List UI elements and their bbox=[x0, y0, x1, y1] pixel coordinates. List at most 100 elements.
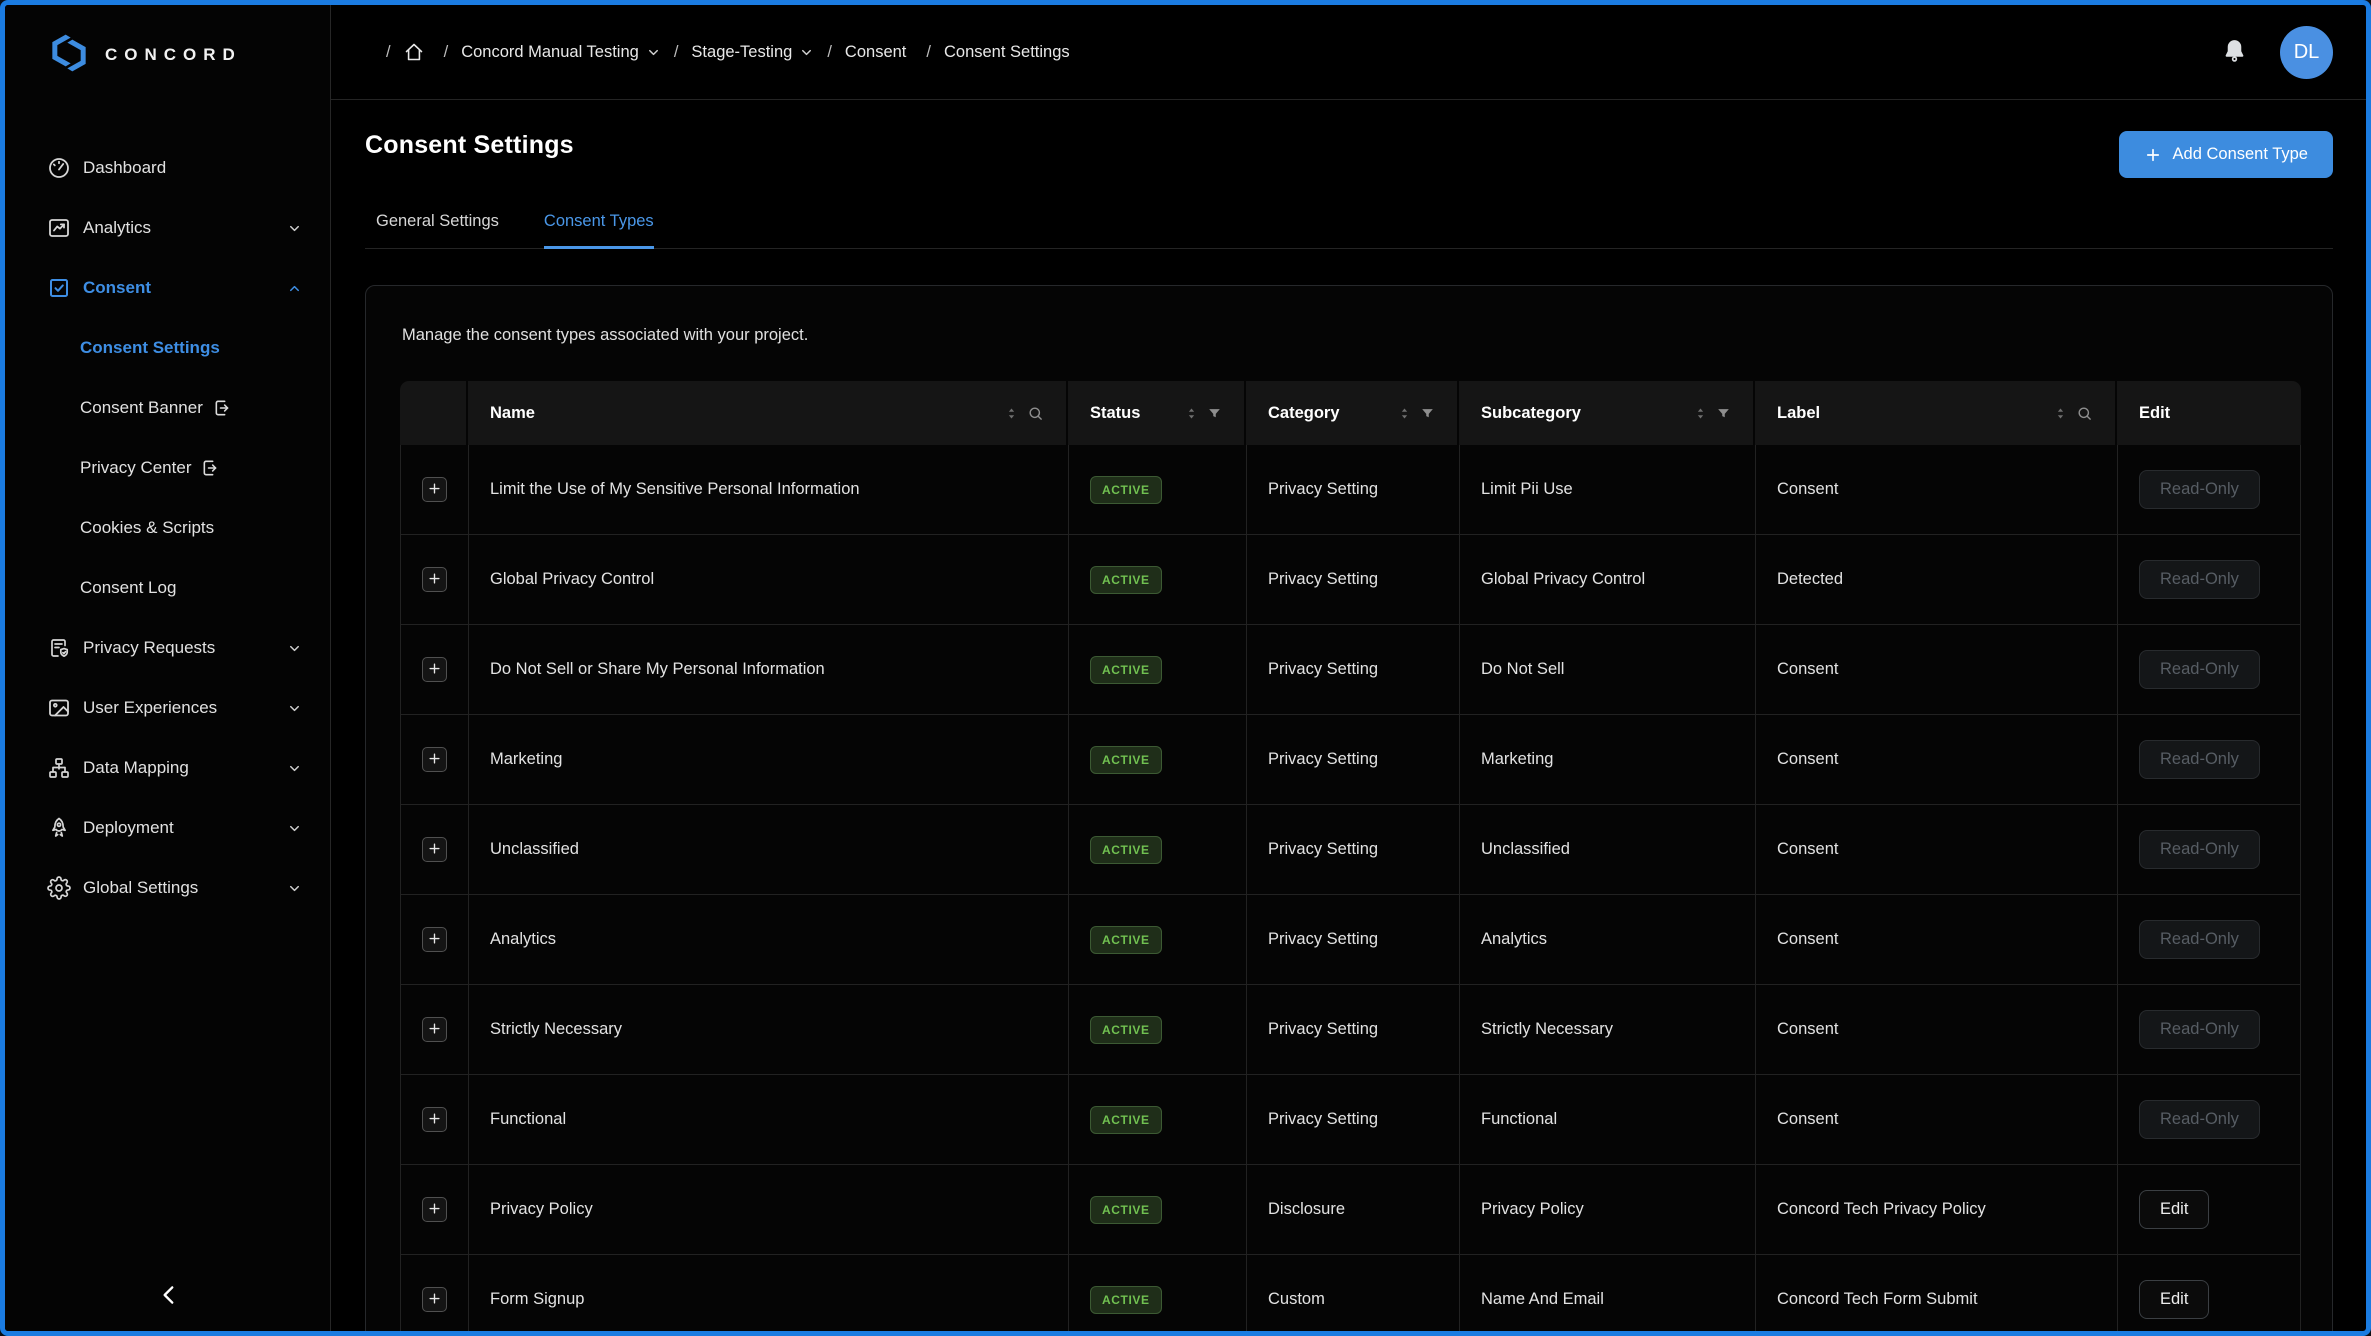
expand-row-button[interactable] bbox=[422, 1107, 447, 1132]
column-header[interactable]: Subcategory bbox=[1459, 381, 1755, 445]
expand-row-button[interactable] bbox=[422, 837, 447, 862]
row-action-button[interactable]: Read-Only bbox=[2139, 560, 2260, 599]
topbar: / / Concord Manual Testing / Stage-Testi… bbox=[331, 5, 2366, 100]
breadcrumb-label: Concord Manual Testing bbox=[461, 42, 639, 61]
row-action-button[interactable]: Read-Only bbox=[2139, 1100, 2260, 1139]
breadcrumb-item[interactable]: / Stage-Testing bbox=[661, 43, 815, 62]
sidebar-item[interactable]: Consent bbox=[5, 258, 330, 318]
row-action-button[interactable]: Edit bbox=[2139, 1190, 2210, 1229]
column-header[interactable]: Edit bbox=[2117, 381, 2301, 445]
chart-icon bbox=[47, 216, 71, 240]
table-row: Unclassified ACTIVE Privacy Setting Uncl… bbox=[401, 805, 2300, 895]
breadcrumb-item[interactable]: / bbox=[373, 42, 431, 62]
sidebar-item[interactable]: Privacy Center bbox=[5, 438, 330, 498]
search-icon[interactable] bbox=[1027, 405, 1044, 422]
sidebar-item-label: User Experiences bbox=[83, 698, 218, 717]
expand-row-button[interactable] bbox=[422, 477, 447, 502]
sort-icon[interactable] bbox=[1397, 406, 1412, 421]
column-header[interactable]: Label bbox=[1755, 381, 2117, 445]
cell-name: Limit the Use of My Sensitive Personal I… bbox=[469, 445, 1069, 534]
expand-row-button[interactable] bbox=[422, 927, 447, 952]
sort-icon[interactable] bbox=[1184, 406, 1199, 421]
expand-row-button[interactable] bbox=[422, 747, 447, 772]
cell-subcategory: Name And Email bbox=[1460, 1255, 1756, 1331]
sidebar-item[interactable]: Consent Log bbox=[5, 558, 330, 618]
home-icon bbox=[404, 42, 424, 62]
sidebar-item[interactable]: User Experiences bbox=[5, 678, 330, 738]
table-body: Limit the Use of My Sensitive Personal I… bbox=[400, 445, 2301, 1331]
sidebar-item[interactable]: Cookies & Scripts bbox=[5, 498, 330, 558]
cell-name: Unclassified bbox=[469, 805, 1069, 894]
row-action-button[interactable]: Read-Only bbox=[2139, 920, 2260, 959]
expand-row-button[interactable] bbox=[422, 1287, 447, 1312]
tab-bar: General Settings Consent Types bbox=[365, 212, 2333, 249]
search-icon[interactable] bbox=[2076, 405, 2093, 422]
table-row: Analytics ACTIVE Privacy Setting Analyti… bbox=[401, 895, 2300, 985]
cell-status: ACTIVE bbox=[1069, 805, 1247, 894]
row-action-button[interactable]: Read-Only bbox=[2139, 470, 2260, 509]
sidebar-item[interactable]: Privacy Requests bbox=[5, 618, 330, 678]
breadcrumb-item[interactable]: / Consent Settings bbox=[913, 43, 1076, 62]
breadcrumb-label: Consent Settings bbox=[943, 42, 1070, 61]
sort-icon[interactable] bbox=[2053, 406, 2068, 421]
sidebar-item[interactable]: Data Mapping bbox=[5, 738, 330, 798]
row-action-button[interactable]: Read-Only bbox=[2139, 1010, 2260, 1049]
notifications-button[interactable] bbox=[2222, 38, 2247, 66]
row-action-button[interactable]: Read-Only bbox=[2139, 650, 2260, 689]
cell-subcategory: Analytics bbox=[1460, 895, 1756, 984]
sidebar-item[interactable]: Consent Banner bbox=[5, 378, 330, 438]
sidebar-item-label: Deployment bbox=[83, 818, 174, 837]
sidebar-item[interactable]: Analytics bbox=[5, 198, 330, 258]
filter-icon[interactable] bbox=[1207, 406, 1222, 421]
tab[interactable]: General Settings bbox=[376, 212, 499, 249]
chevron-down-icon bbox=[287, 701, 302, 716]
sort-icon[interactable] bbox=[1693, 406, 1708, 421]
column-header[interactable]: Name bbox=[468, 381, 1068, 445]
sidebar-collapse-button[interactable] bbox=[152, 1279, 186, 1313]
sidebar-item[interactable]: Dashboard bbox=[5, 138, 330, 198]
sidebar-item[interactable]: Consent Settings bbox=[5, 318, 330, 378]
cell-name: Global Privacy Control bbox=[469, 535, 1069, 624]
avatar[interactable]: DL bbox=[2280, 25, 2333, 79]
cell-label: Consent bbox=[1756, 985, 2118, 1074]
cell-category: Privacy Setting bbox=[1247, 1075, 1460, 1164]
gauge-icon bbox=[47, 156, 71, 180]
row-action-button[interactable]: Read-Only bbox=[2139, 740, 2260, 779]
column-header[interactable] bbox=[400, 381, 468, 445]
row-action-button[interactable]: Read-Only bbox=[2139, 830, 2260, 869]
cell-category: Privacy Setting bbox=[1247, 715, 1460, 804]
column-header[interactable]: Status bbox=[1068, 381, 1246, 445]
cell-label: Consent bbox=[1756, 1075, 2118, 1164]
status-badge: ACTIVE bbox=[1090, 1285, 1162, 1314]
add-consent-type-button[interactable]: Add Consent Type bbox=[2118, 131, 2333, 178]
status-badge: ACTIVE bbox=[1090, 475, 1162, 504]
cell-name: Marketing bbox=[469, 715, 1069, 804]
tab[interactable]: Consent Types bbox=[543, 212, 654, 249]
filter-icon[interactable] bbox=[1420, 406, 1435, 421]
row-action-button[interactable]: Edit bbox=[2139, 1280, 2210, 1319]
plus-icon bbox=[427, 841, 442, 859]
cell-subcategory: Do Not Sell bbox=[1460, 625, 1756, 714]
chevron-down-icon bbox=[287, 221, 302, 236]
cell-name: Analytics bbox=[469, 895, 1069, 984]
filter-icon[interactable] bbox=[1716, 406, 1731, 421]
table-row: Privacy Policy ACTIVE Disclosure Privacy… bbox=[401, 1165, 2300, 1255]
sidebar-item[interactable]: Global Settings bbox=[5, 858, 330, 918]
cell-status: ACTIVE bbox=[1069, 895, 1247, 984]
cell-subcategory: Privacy Policy bbox=[1460, 1165, 1756, 1254]
breadcrumb-item[interactable]: / Consent bbox=[814, 43, 913, 62]
cell-subcategory: Unclassified bbox=[1460, 805, 1756, 894]
sidebar-item[interactable]: Deployment bbox=[5, 798, 330, 858]
cell-label: Consent bbox=[1756, 715, 2118, 804]
column-header[interactable]: Category bbox=[1246, 381, 1459, 445]
cell-edit: Read-Only bbox=[2118, 1075, 2302, 1164]
sidebar-item-label: Privacy Center bbox=[80, 458, 192, 477]
expand-row-button[interactable] bbox=[422, 567, 447, 592]
chevron-left-icon bbox=[156, 1282, 182, 1311]
status-badge: ACTIVE bbox=[1090, 655, 1162, 684]
expand-row-button[interactable] bbox=[422, 1197, 447, 1222]
expand-row-button[interactable] bbox=[422, 1017, 447, 1042]
breadcrumb-item[interactable]: / Concord Manual Testing bbox=[431, 43, 661, 62]
expand-row-button[interactable] bbox=[422, 657, 447, 682]
sort-icon[interactable] bbox=[1004, 406, 1019, 421]
